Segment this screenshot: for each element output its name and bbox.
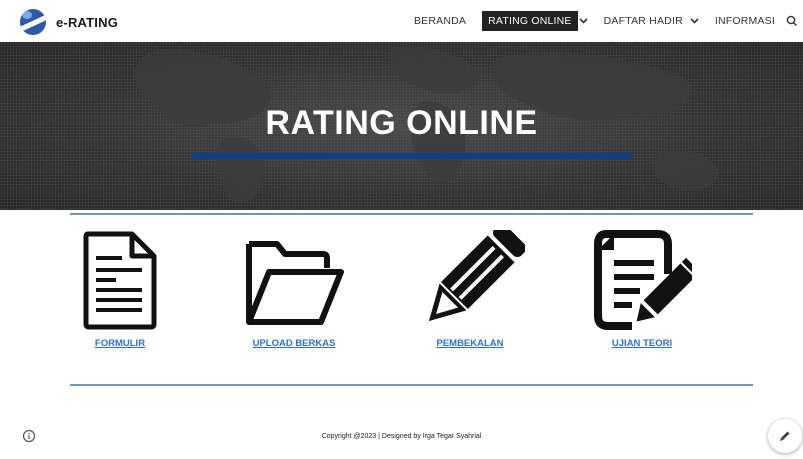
footer-copyright: Copyright @2023 | Designed by Irga Tegar… xyxy=(321,433,482,440)
document-icon xyxy=(83,231,157,330)
chevron-down-icon[interactable] xyxy=(689,11,701,31)
pencil-icon xyxy=(428,230,525,322)
link-formulir[interactable]: FORMULIR xyxy=(60,338,180,349)
card-formulir[interactable]: FORMULIR xyxy=(60,230,180,349)
folder-icon xyxy=(246,241,344,325)
main-nav: BERANDA RATING ONLINE DAFTAR HADIR INFOR… xyxy=(408,0,803,42)
divider-top xyxy=(70,213,753,215)
card-ujian-teori[interactable]: UJIAN TEORI xyxy=(582,230,702,349)
info-icon[interactable] xyxy=(22,429,36,443)
divider-bottom xyxy=(70,384,753,386)
link-ujian-teori[interactable]: UJIAN TEORI xyxy=(582,338,702,349)
chevron-down-icon[interactable] xyxy=(578,11,590,31)
brand-name: e-RATING xyxy=(56,14,119,30)
pencil-icon xyxy=(780,431,790,441)
edit-document-icon xyxy=(594,230,692,330)
nav-daftar-hadir[interactable]: DAFTAR HADIR xyxy=(598,11,689,31)
card-upload-berkas[interactable]: UPLOAD BERKAS xyxy=(234,230,354,349)
top-navigation-bar: e-RATING BERANDA RATING ONLINE DAFTAR HA… xyxy=(0,0,803,42)
nav-informasi[interactable]: INFORMASI xyxy=(709,11,781,31)
hero-banner: RATING ONLINE xyxy=(0,42,803,210)
nav-rating-online[interactable]: RATING ONLINE xyxy=(482,11,578,31)
link-pembekalan[interactable]: PEMBEKALAN xyxy=(410,338,530,349)
edit-fab-button[interactable] xyxy=(768,419,802,453)
brand-logo-icon xyxy=(20,9,46,35)
search-icon[interactable] xyxy=(781,11,803,31)
card-pembekalan[interactable]: PEMBEKALAN xyxy=(410,230,530,349)
title-underline xyxy=(192,153,632,159)
brand[interactable]: e-RATING xyxy=(20,9,118,35)
link-upload-berkas[interactable]: UPLOAD BERKAS xyxy=(234,338,354,349)
page-title: RATING ONLINE xyxy=(265,104,538,142)
nav-beranda[interactable]: BERANDA xyxy=(408,11,472,31)
